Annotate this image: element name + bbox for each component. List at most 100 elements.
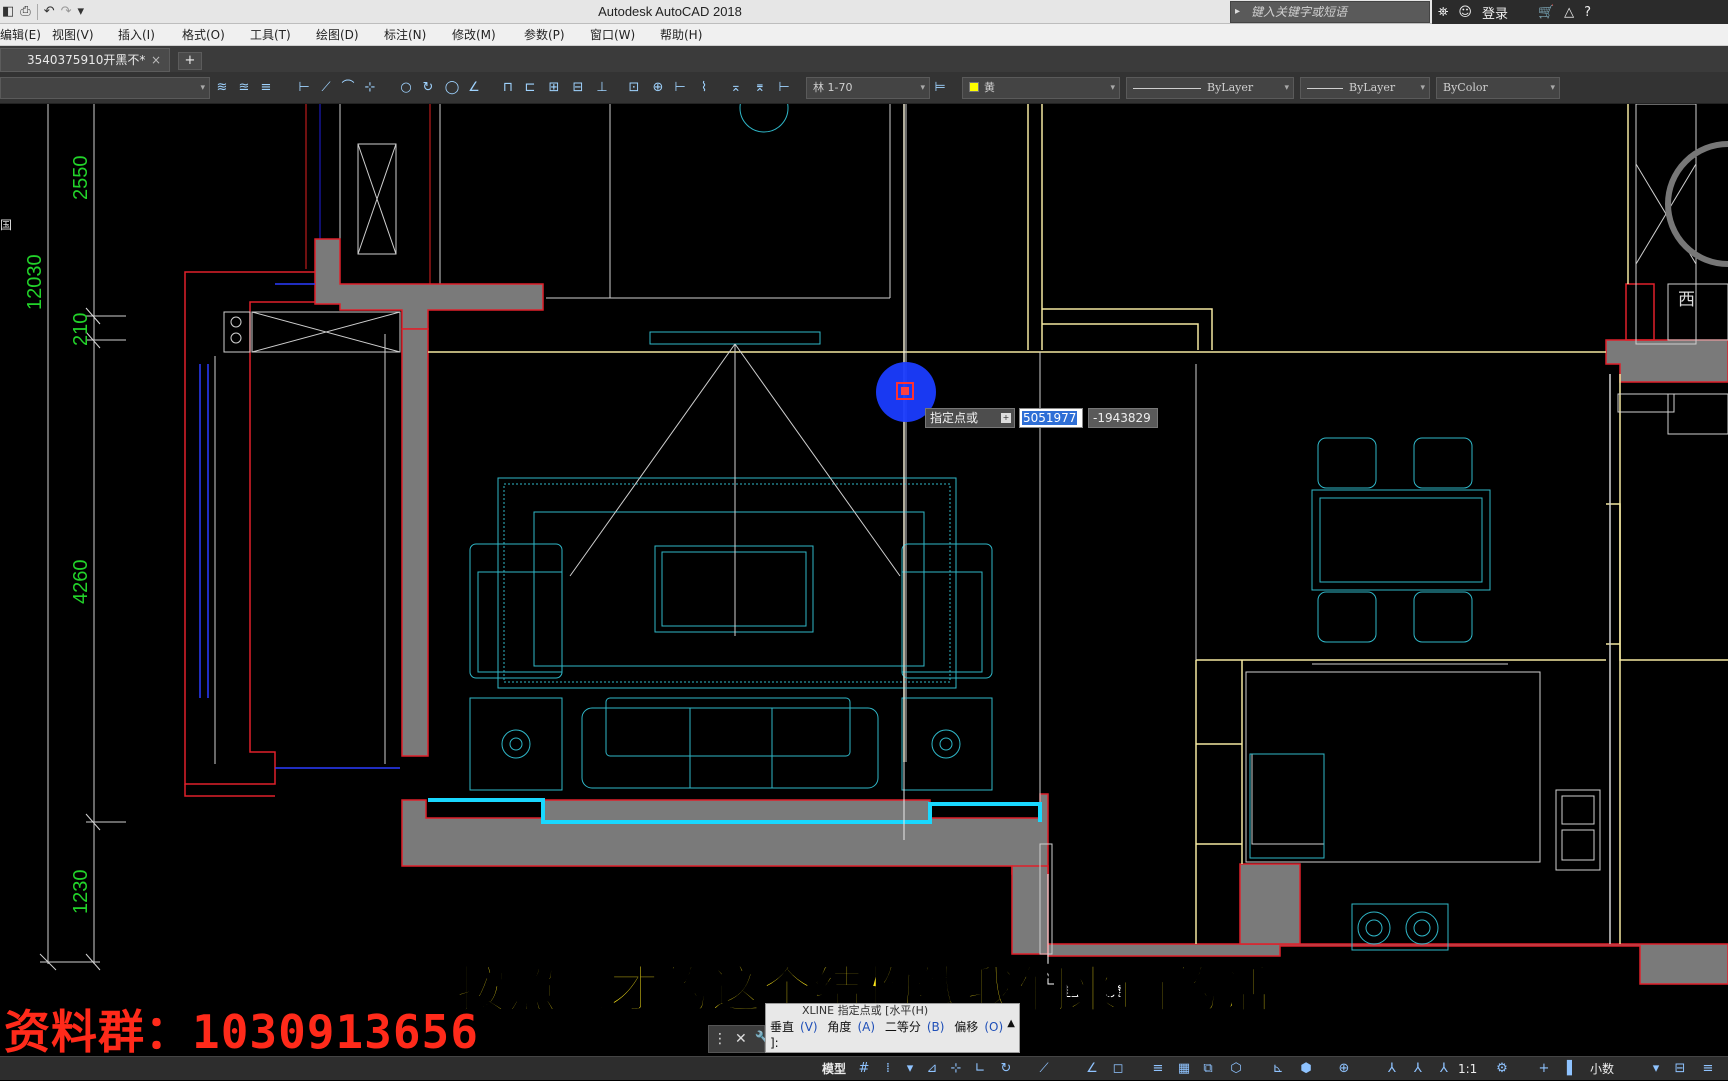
- linear-dim-icon[interactable]: ⊢: [296, 80, 312, 96]
- jogged-dim-icon[interactable]: ↻: [420, 80, 436, 96]
- clean-screen-icon[interactable]: ⊟: [1672, 1061, 1688, 1077]
- search-input[interactable]: ▸ 键入关键字或短语: [1230, 1, 1430, 23]
- command-window-handle[interactable]: ⋮ ✕ 🔧: [708, 1025, 772, 1053]
- dimstyle-combo[interactable]: 林 1-70 ▾: [806, 77, 930, 99]
- app-title: Autodesk AutoCAD 2018: [598, 4, 742, 19]
- lineweight-combo[interactable]: ByLayer ▾: [1300, 77, 1430, 99]
- dim-space-icon[interactable]: ⊟: [570, 80, 586, 96]
- lineweight-icon[interactable]: ≡: [1150, 1061, 1166, 1077]
- tolerance-icon[interactable]: ⊡: [626, 80, 642, 96]
- snap-icon[interactable]: ⁞: [880, 1061, 896, 1077]
- menu-tools[interactable]: 工具(T): [250, 24, 291, 46]
- transparency-icon[interactable]: ▦: [1176, 1061, 1192, 1077]
- history-up-icon[interactable]: ▲: [1007, 1018, 1015, 1029]
- chevron-down-icon[interactable]: ▾: [902, 1061, 918, 1077]
- command-window[interactable]: XLINE 指定点或 [水平(H) 垂直 (V) 角度 (A) 二等分 (B) 偏移 (…: [765, 1003, 1020, 1053]
- annotation-visibility-icon[interactable]: ⅄: [1384, 1061, 1400, 1077]
- new-tab-button[interactable]: +: [178, 52, 202, 70]
- 3d-osnap-icon[interactable]: ⬡: [1228, 1061, 1244, 1077]
- menu-parameters[interactable]: 参数(P): [524, 24, 565, 46]
- center-mark-icon[interactable]: ⊕: [650, 80, 666, 96]
- login-button[interactable]: 登录: [1482, 3, 1508, 22]
- options-expand-icon[interactable]: +: [1001, 413, 1011, 423]
- command-option-offset[interactable]: 偏移 (O): [954, 1020, 1003, 1034]
- layer-previous-icon[interactable]: ≊: [236, 80, 252, 96]
- menu-dimension[interactable]: 标注(N): [384, 24, 426, 46]
- jogged-linear-icon[interactable]: ⌇: [696, 80, 712, 96]
- binoculars-icon[interactable]: ⛯: [1438, 5, 1448, 20]
- customize-menu-icon[interactable]: ≡: [1700, 1061, 1716, 1077]
- model-space-button[interactable]: 模型: [822, 1057, 846, 1081]
- annotation-scale-icon[interactable]: ⅄: [1436, 1061, 1452, 1077]
- dim-break-icon[interactable]: ⊥: [594, 80, 610, 96]
- color-combo[interactable]: 黄 ▾: [962, 77, 1120, 99]
- dim-text-edit-icon[interactable]: ⌆: [752, 80, 768, 96]
- inspect-icon[interactable]: ⊢: [672, 80, 688, 96]
- layer-combo[interactable]: ▾: [0, 77, 210, 99]
- menu-help[interactable]: 帮助(H): [660, 24, 702, 46]
- menu-modify[interactable]: 修改(M): [452, 24, 496, 46]
- drag-handle-icon[interactable]: ⋮: [713, 1031, 727, 1047]
- baseline-dim-icon[interactable]: ⊏: [522, 80, 538, 96]
- aligned-dim-icon[interactable]: ⟋: [318, 80, 334, 96]
- dynamic-input-icon[interactable]: ⊹: [948, 1061, 964, 1077]
- compass-west-label[interactable]: 西: [1678, 285, 1695, 310]
- linetype-combo[interactable]: ByLayer ▾: [1126, 77, 1294, 99]
- command-option-bisect[interactable]: 二等分 (B): [885, 1020, 945, 1034]
- grid-icon[interactable]: #: [856, 1061, 872, 1077]
- isodraft-icon[interactable]: ⟋: [1036, 1061, 1052, 1077]
- infer-constraints-icon[interactable]: ⊿: [924, 1061, 940, 1077]
- ucs-icon[interactable]: ⊾: [1270, 1061, 1286, 1077]
- chevron-down-icon[interactable]: ▾: [1648, 1061, 1664, 1077]
- close-tab-icon[interactable]: ×: [151, 49, 161, 71]
- option-label: 偏移: [954, 1020, 979, 1034]
- dim-update-icon[interactable]: ⊢: [776, 80, 792, 96]
- menu-edit[interactable]: 编辑(E): [0, 24, 41, 46]
- color-value: 黄: [984, 81, 995, 94]
- user-icon[interactable]: ☺: [1458, 5, 1472, 20]
- a360-icon[interactable]: △: [1564, 5, 1574, 20]
- selection-cycling-icon[interactable]: ⧉: [1200, 1061, 1216, 1077]
- command-option-angle[interactable]: 角度 (A): [827, 1020, 875, 1034]
- hardware-acceleration-icon[interactable]: ▌: [1564, 1061, 1580, 1077]
- menu-view[interactable]: 视图(V): [52, 24, 94, 46]
- workspace-gear-icon[interactable]: ⚙: [1494, 1061, 1510, 1077]
- object-snap-icon[interactable]: ◻: [1110, 1061, 1126, 1077]
- plotstyle-combo[interactable]: ByColor ▾: [1436, 77, 1560, 99]
- dim-edit-icon[interactable]: ⌅: [728, 80, 744, 96]
- cart-icon[interactable]: 🛒: [1538, 5, 1554, 20]
- menu-window[interactable]: 窗口(W): [590, 24, 635, 46]
- units-value[interactable]: 小数: [1590, 1057, 1614, 1081]
- help-icon[interactable]: ?: [1584, 5, 1591, 20]
- quick-dim-icon[interactable]: ⊓: [500, 80, 516, 96]
- search-expand-icon[interactable]: ▸: [1235, 2, 1240, 22]
- layer-iso-icon[interactable]: ≡: [258, 80, 274, 96]
- drawing-canvas[interactable]: 国 2550 12030 210 4260 1230 挂壁折叠凳 西: [0, 104, 1728, 1056]
- menu-draw[interactable]: 绘图(D): [316, 24, 359, 46]
- menu-format[interactable]: 格式(O): [182, 24, 225, 46]
- continue-dim-icon[interactable]: ⊞: [546, 80, 562, 96]
- polar-tracking-icon[interactable]: ↻: [998, 1061, 1014, 1077]
- auto-scale-icon[interactable]: ⅄: [1410, 1061, 1426, 1077]
- ortho-icon[interactable]: ∟: [972, 1061, 988, 1077]
- coordinate-y-input[interactable]: -1943829: [1088, 408, 1158, 428]
- annotate-isolate-icon[interactable]: +: [1536, 1061, 1552, 1077]
- toolbar: ▾ ≋ ≊ ≡ ⊢ ⟋ ⌒ ⊹ ○ ↻ ◯ ∠ ⊓ ⊏ ⊞ ⊟ ⊥ ⊡ ⊕ ⊢ …: [0, 72, 1728, 104]
- coordinate-x-input[interactable]: 5051977: [1019, 408, 1083, 428]
- object-snap-tracking-icon[interactable]: ∠: [1084, 1061, 1100, 1077]
- radius-dim-icon[interactable]: ○: [398, 80, 414, 96]
- annotation-monitor-icon[interactable]: ⊕: [1336, 1061, 1352, 1077]
- annotation-scale-value[interactable]: 1:1: [1458, 1057, 1477, 1081]
- command-option-vertical[interactable]: 垂直 (V): [770, 1020, 818, 1034]
- menu-insert[interactable]: 插入(I): [118, 24, 155, 46]
- angular-dim-icon[interactable]: ∠: [466, 80, 482, 96]
- gizmo-icon[interactable]: ⬢: [1298, 1061, 1314, 1077]
- ordinate-dim-icon[interactable]: ⊹: [362, 80, 378, 96]
- lineweight-preview: [1307, 87, 1343, 89]
- document-tab[interactable]: 3540375910开黑不* ×: [0, 48, 170, 72]
- diameter-dim-icon[interactable]: ◯: [444, 80, 460, 96]
- close-icon[interactable]: ✕: [735, 1031, 747, 1047]
- layer-match-icon[interactable]: ≋: [214, 80, 230, 96]
- arc-dim-icon[interactable]: ⌒: [340, 80, 356, 96]
- dimstyle-manager-icon[interactable]: ⊨: [932, 80, 948, 96]
